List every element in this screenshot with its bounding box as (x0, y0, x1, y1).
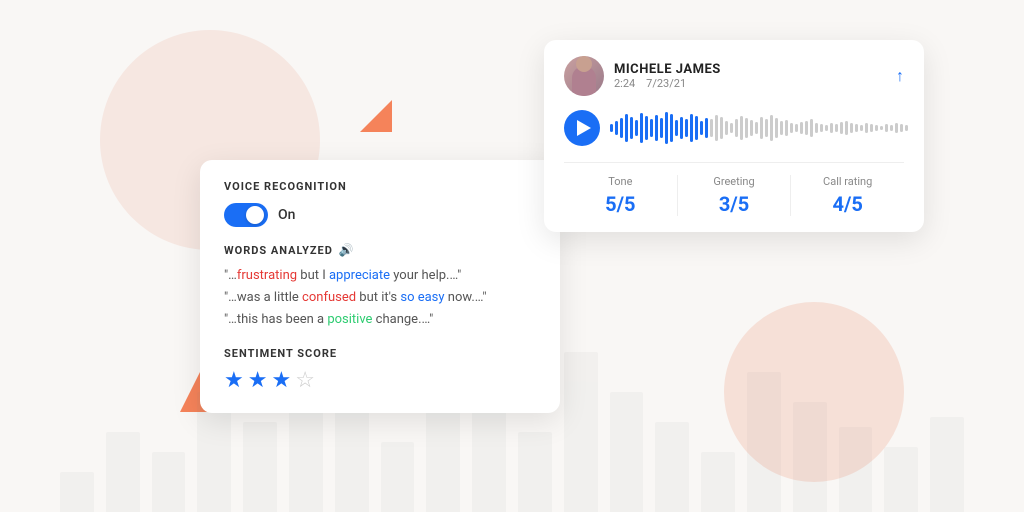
metric-greeting-label: Greeting (678, 175, 791, 188)
audio-player-card: MICHELE JAMES 2:24 7/23/21 ↑ Tone 5/5 Gr… (544, 40, 924, 232)
words-analyzed-title: WORDS ANALYZED (224, 244, 333, 257)
share-button[interactable]: ↑ (896, 66, 904, 86)
metric-tone-value: 5/5 (564, 192, 677, 216)
word-frustrating: frustrating (237, 268, 297, 283)
word-appreciate: appreciate (329, 268, 390, 283)
voice-recognition-card: VOICE RECOGNITION On WORDS ANALYZED 🔊 "…… (200, 160, 560, 413)
waveform (610, 110, 908, 146)
user-info: MICHELE JAMES 2:24 7/23/21 (564, 56, 721, 96)
metric-tone-label: Tone (564, 175, 677, 188)
metric-call-rating-value: 4/5 (791, 192, 904, 216)
user-date: 7/23/21 (646, 77, 686, 90)
analyzed-line-1: "…frustrating but I appreciate your help… (224, 265, 536, 287)
voice-recognition-title: VOICE RECOGNITION (224, 180, 536, 193)
avatar-figure (572, 66, 596, 96)
user-time: 2:24 (614, 77, 635, 90)
toggle-row: On (224, 203, 536, 227)
voice-recognition-toggle[interactable] (224, 203, 268, 227)
star-3: ★ (271, 368, 291, 393)
star-4: ☆ (295, 368, 315, 393)
word-so-easy: so easy (400, 290, 444, 305)
word-confused: confused (302, 290, 356, 305)
user-details: MICHELE JAMES 2:24 7/23/21 (614, 62, 721, 90)
analyzed-line-3: "…this has been a positive change.…" (224, 309, 536, 331)
sound-icon: 🔊 (339, 243, 355, 257)
toggle-label: On (278, 207, 295, 223)
play-button[interactable] (564, 110, 600, 146)
audio-card-header: MICHELE JAMES 2:24 7/23/21 ↑ (564, 56, 904, 96)
star-2: ★ (248, 368, 268, 393)
user-name: MICHELE JAMES (614, 62, 721, 77)
word-positive: positive (327, 312, 372, 327)
avatar (564, 56, 604, 96)
metric-call-rating-label: Call rating (791, 175, 904, 188)
metrics-row: Tone 5/5 Greeting 3/5 Call rating 4/5 (564, 162, 904, 216)
metric-call-rating: Call rating 4/5 (791, 175, 904, 216)
words-analyzed-content: "…frustrating but I appreciate your help… (224, 265, 536, 331)
bg-shape-orange-top (360, 100, 392, 132)
analyzed-line-2: "…was a little confused but it's so easy… (224, 287, 536, 309)
star-1: ★ (224, 368, 244, 393)
player-row (564, 110, 904, 146)
metric-tone: Tone 5/5 (564, 175, 678, 216)
sentiment-stars: ★ ★ ★ ☆ (224, 368, 536, 393)
words-analyzed-section: WORDS ANALYZED 🔊 (224, 243, 536, 257)
metric-greeting: Greeting 3/5 (678, 175, 792, 216)
play-icon (577, 120, 591, 136)
user-meta: 2:24 7/23/21 (614, 77, 721, 90)
metric-greeting-value: 3/5 (678, 192, 791, 216)
sentiment-title: SENTIMENT SCORE (224, 347, 536, 360)
